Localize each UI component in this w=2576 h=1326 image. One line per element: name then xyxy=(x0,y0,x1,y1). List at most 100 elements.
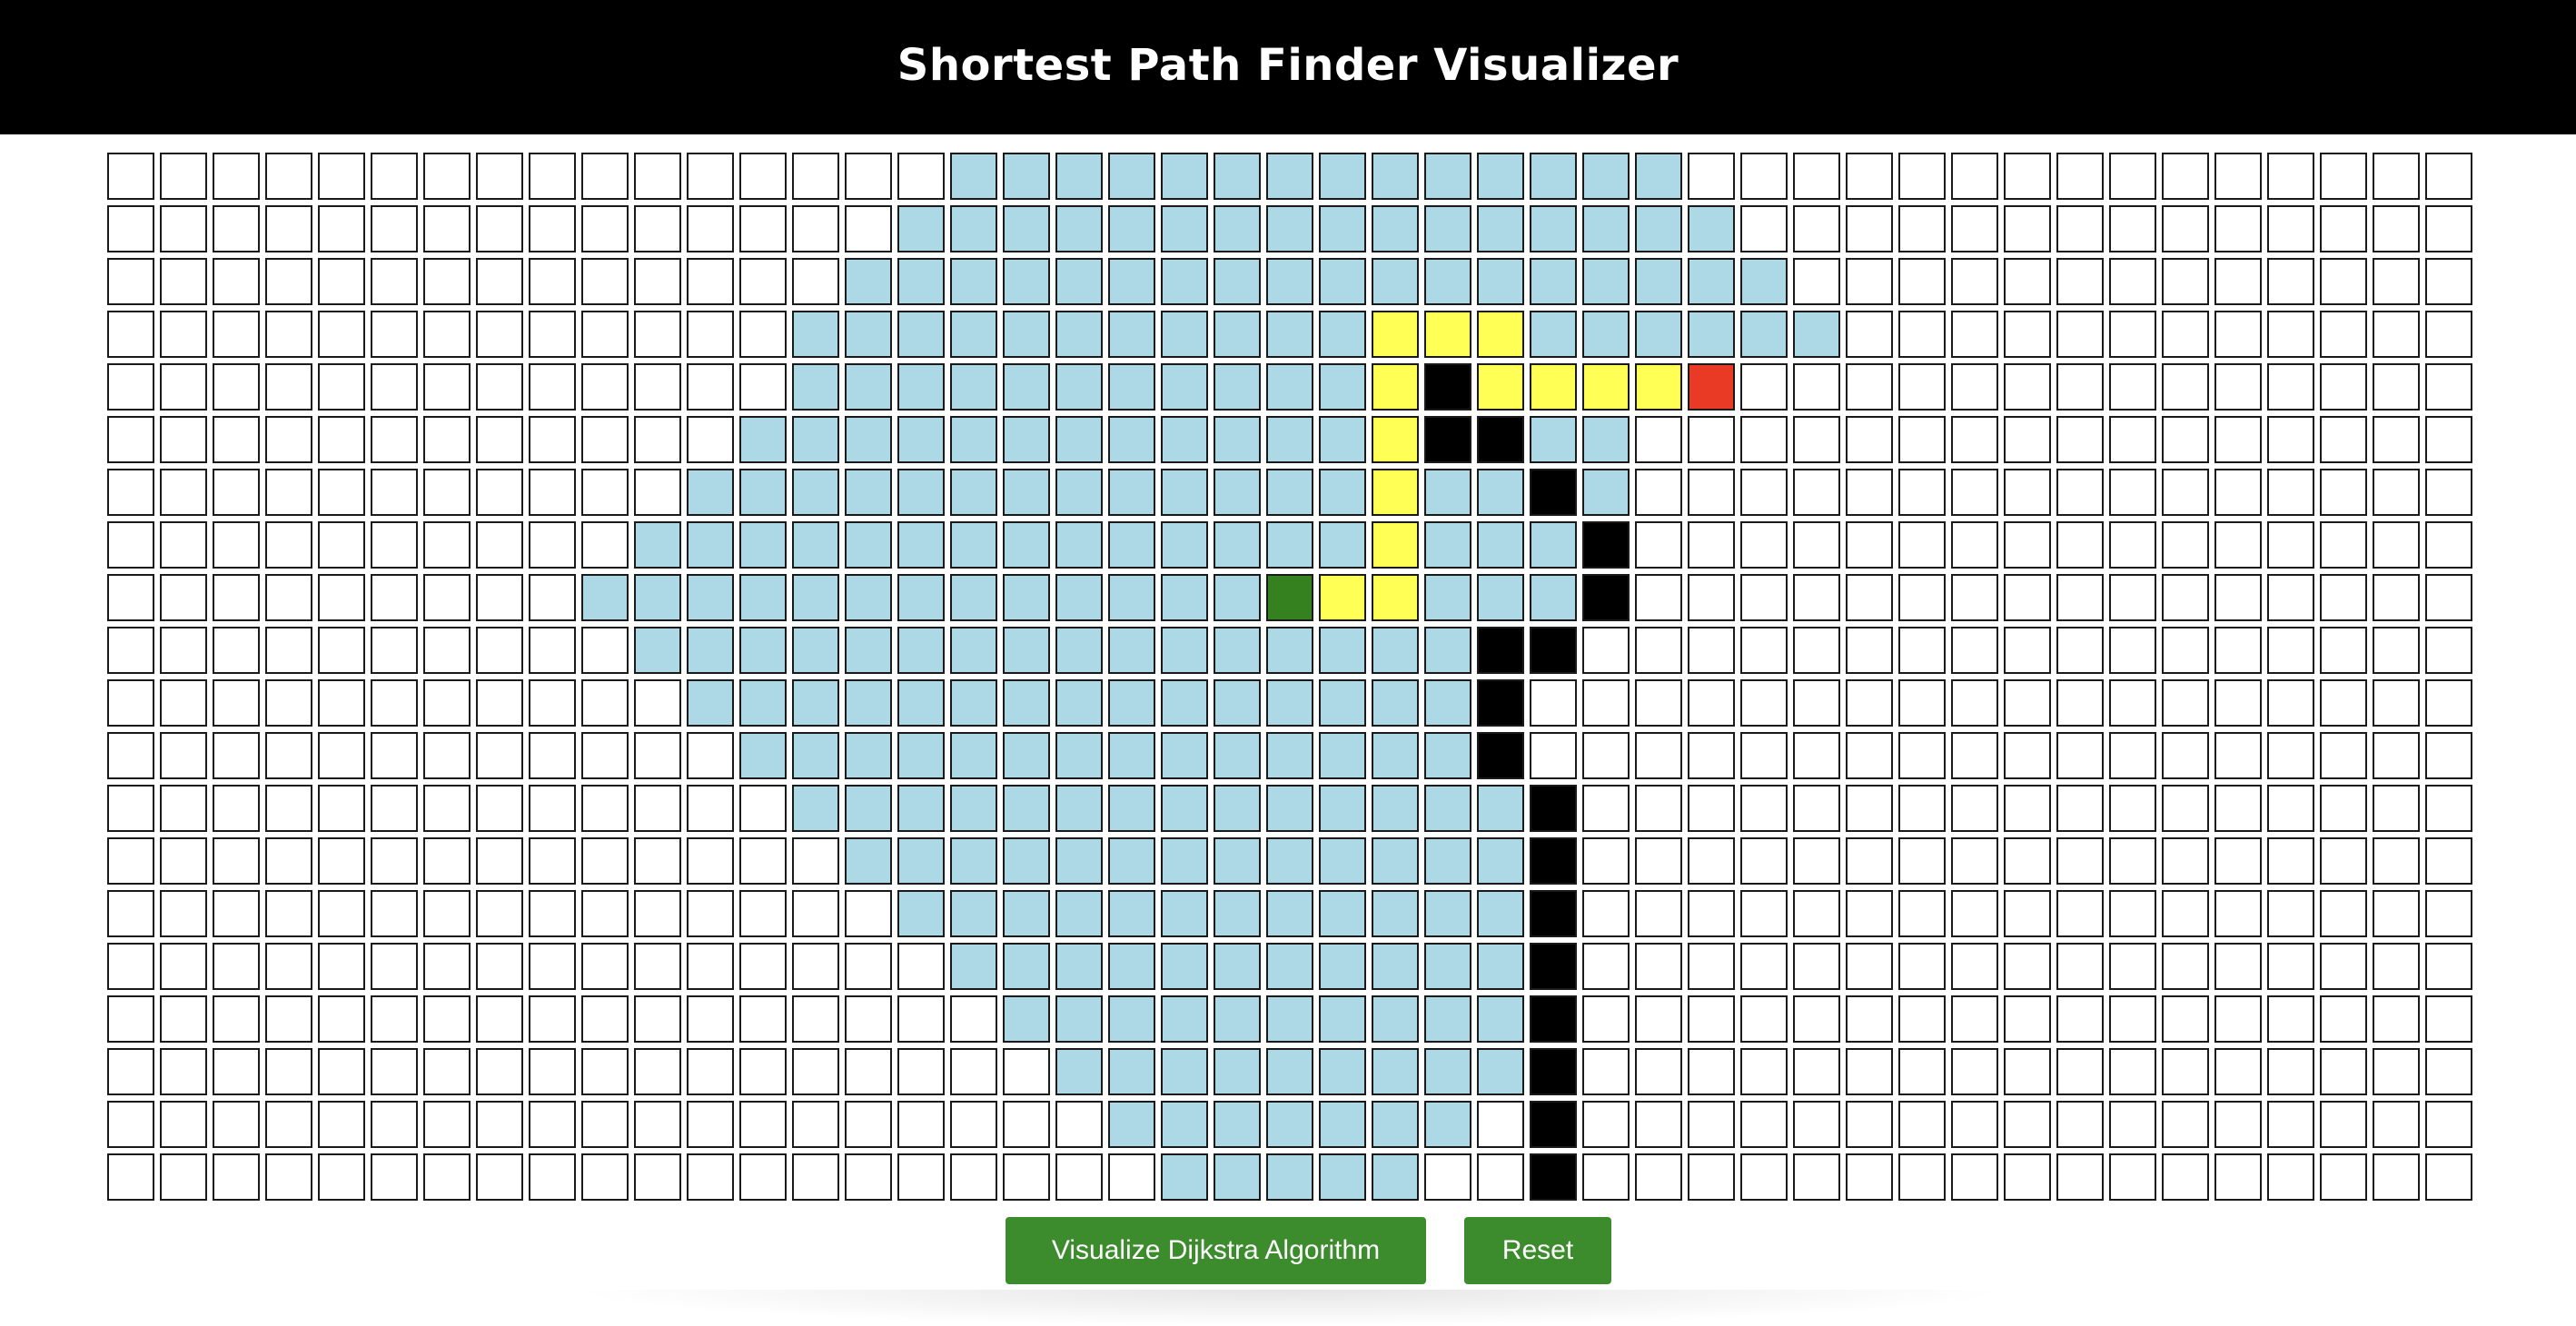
grid-cell[interactable] xyxy=(1688,1153,1735,1201)
visited-cell[interactable] xyxy=(1424,153,1471,200)
visited-cell[interactable] xyxy=(1319,1101,1366,1148)
grid-cell[interactable] xyxy=(423,1048,471,1095)
visited-cell[interactable] xyxy=(739,732,787,779)
grid-cell[interactable] xyxy=(213,469,260,516)
grid-cell[interactable] xyxy=(1951,574,1998,621)
visited-cell[interactable] xyxy=(845,258,892,305)
visited-cell[interactable] xyxy=(897,785,945,832)
grid-cell[interactable] xyxy=(2109,521,2156,569)
grid-cell[interactable] xyxy=(792,1048,839,1095)
grid-cell[interactable] xyxy=(1530,679,1577,727)
visited-cell[interactable] xyxy=(1003,363,1050,411)
grid-cell[interactable] xyxy=(2425,469,2472,516)
grid-cell[interactable] xyxy=(1582,890,1630,937)
visited-cell[interactable] xyxy=(1055,205,1103,252)
grid-cell[interactable] xyxy=(2056,469,2104,516)
grid-cell[interactable] xyxy=(2425,1101,2472,1148)
grid-cell[interactable] xyxy=(2109,416,2156,463)
visited-cell[interactable] xyxy=(950,311,997,358)
grid-cell[interactable] xyxy=(2267,205,2314,252)
grid-cell[interactable] xyxy=(687,837,734,885)
visited-cell[interactable] xyxy=(897,679,945,727)
grid-cell[interactable] xyxy=(213,153,260,200)
visited-cell[interactable] xyxy=(792,469,839,516)
grid-cell[interactable] xyxy=(1793,732,1840,779)
grid-cell[interactable] xyxy=(2004,521,2051,569)
grid-cell[interactable] xyxy=(845,1153,892,1201)
grid-cell[interactable] xyxy=(529,679,576,727)
grid-cell[interactable] xyxy=(2056,363,2104,411)
grid-cell[interactable] xyxy=(687,311,734,358)
grid-cell[interactable] xyxy=(529,1153,576,1201)
visited-cell[interactable] xyxy=(1266,363,1313,411)
visited-cell[interactable] xyxy=(1372,1101,1419,1148)
grid-cell[interactable] xyxy=(107,521,154,569)
grid-cell[interactable] xyxy=(581,785,629,832)
grid-cell[interactable] xyxy=(2109,1048,2156,1095)
grid-cell[interactable] xyxy=(213,416,260,463)
visited-cell[interactable] xyxy=(1477,1048,1524,1095)
grid-cell[interactable] xyxy=(529,153,576,200)
grid-cell[interactable] xyxy=(2373,1101,2420,1148)
grid-cell[interactable] xyxy=(318,679,365,727)
grid-cell[interactable] xyxy=(739,363,787,411)
visited-cell[interactable] xyxy=(1108,1048,1155,1095)
grid-cell[interactable] xyxy=(581,416,629,463)
visited-cell[interactable] xyxy=(1424,679,1471,727)
grid-cell[interactable] xyxy=(1635,785,1682,832)
grid-cell[interactable] xyxy=(2425,837,2472,885)
grid-cell[interactable] xyxy=(1740,416,1788,463)
grid-cell[interactable] xyxy=(2056,153,2104,200)
grid-cell[interactable] xyxy=(318,258,365,305)
grid-cell[interactable] xyxy=(1635,943,1682,990)
visited-cell[interactable] xyxy=(1161,311,1208,358)
grid-cell[interactable] xyxy=(2109,1153,2156,1201)
grid-cell[interactable] xyxy=(1740,521,1788,569)
visited-cell[interactable] xyxy=(1530,416,1577,463)
grid-cell[interactable] xyxy=(2056,890,2104,937)
grid-cell[interactable] xyxy=(1635,1048,1682,1095)
grid-cell[interactable] xyxy=(265,837,312,885)
visited-cell[interactable] xyxy=(1214,416,1261,463)
reset-button[interactable]: Reset xyxy=(1464,1217,1611,1284)
grid-cell[interactable] xyxy=(2004,890,2051,937)
visited-cell[interactable] xyxy=(1003,416,1050,463)
grid-cell[interactable] xyxy=(739,995,787,1043)
grid-cell[interactable] xyxy=(476,363,523,411)
visited-cell[interactable] xyxy=(1003,995,1050,1043)
grid-cell[interactable] xyxy=(2267,416,2314,463)
grid-cell[interactable] xyxy=(476,1101,523,1148)
grid-cell[interactable] xyxy=(318,416,365,463)
grid-cell[interactable] xyxy=(1898,837,1946,885)
grid-cell[interactable] xyxy=(1846,205,1893,252)
grid-cell[interactable] xyxy=(1635,890,1682,937)
grid-cell[interactable] xyxy=(2162,469,2209,516)
visited-cell[interactable] xyxy=(1055,521,1103,569)
grid-cell[interactable] xyxy=(107,995,154,1043)
visited-cell[interactable] xyxy=(1055,363,1103,411)
grid-cell[interactable] xyxy=(2267,574,2314,621)
grid-cell[interactable] xyxy=(581,627,629,674)
visited-cell[interactable] xyxy=(1477,890,1524,937)
grid-cell[interactable] xyxy=(160,1048,207,1095)
visited-cell[interactable] xyxy=(845,732,892,779)
grid-cell[interactable] xyxy=(423,363,471,411)
visited-cell[interactable] xyxy=(1108,627,1155,674)
grid-cell[interactable] xyxy=(1951,258,1998,305)
grid-cell[interactable] xyxy=(2214,785,2262,832)
visited-cell[interactable] xyxy=(1108,311,1155,358)
grid-cell[interactable] xyxy=(1898,258,1946,305)
grid-cell[interactable] xyxy=(2214,416,2262,463)
grid-cell[interactable] xyxy=(1793,995,1840,1043)
grid-cell[interactable] xyxy=(371,363,418,411)
grid-cell[interactable] xyxy=(2004,627,2051,674)
grid-cell[interactable] xyxy=(2373,416,2420,463)
visited-cell[interactable] xyxy=(792,732,839,779)
grid-cell[interactable] xyxy=(1898,574,1946,621)
grid-cell[interactable] xyxy=(1846,995,1893,1043)
grid-cell[interactable] xyxy=(2320,785,2367,832)
grid-cell[interactable] xyxy=(2425,311,2472,358)
grid-cell[interactable] xyxy=(2004,469,2051,516)
grid-cell[interactable] xyxy=(2373,785,2420,832)
visited-cell[interactable] xyxy=(1161,469,1208,516)
